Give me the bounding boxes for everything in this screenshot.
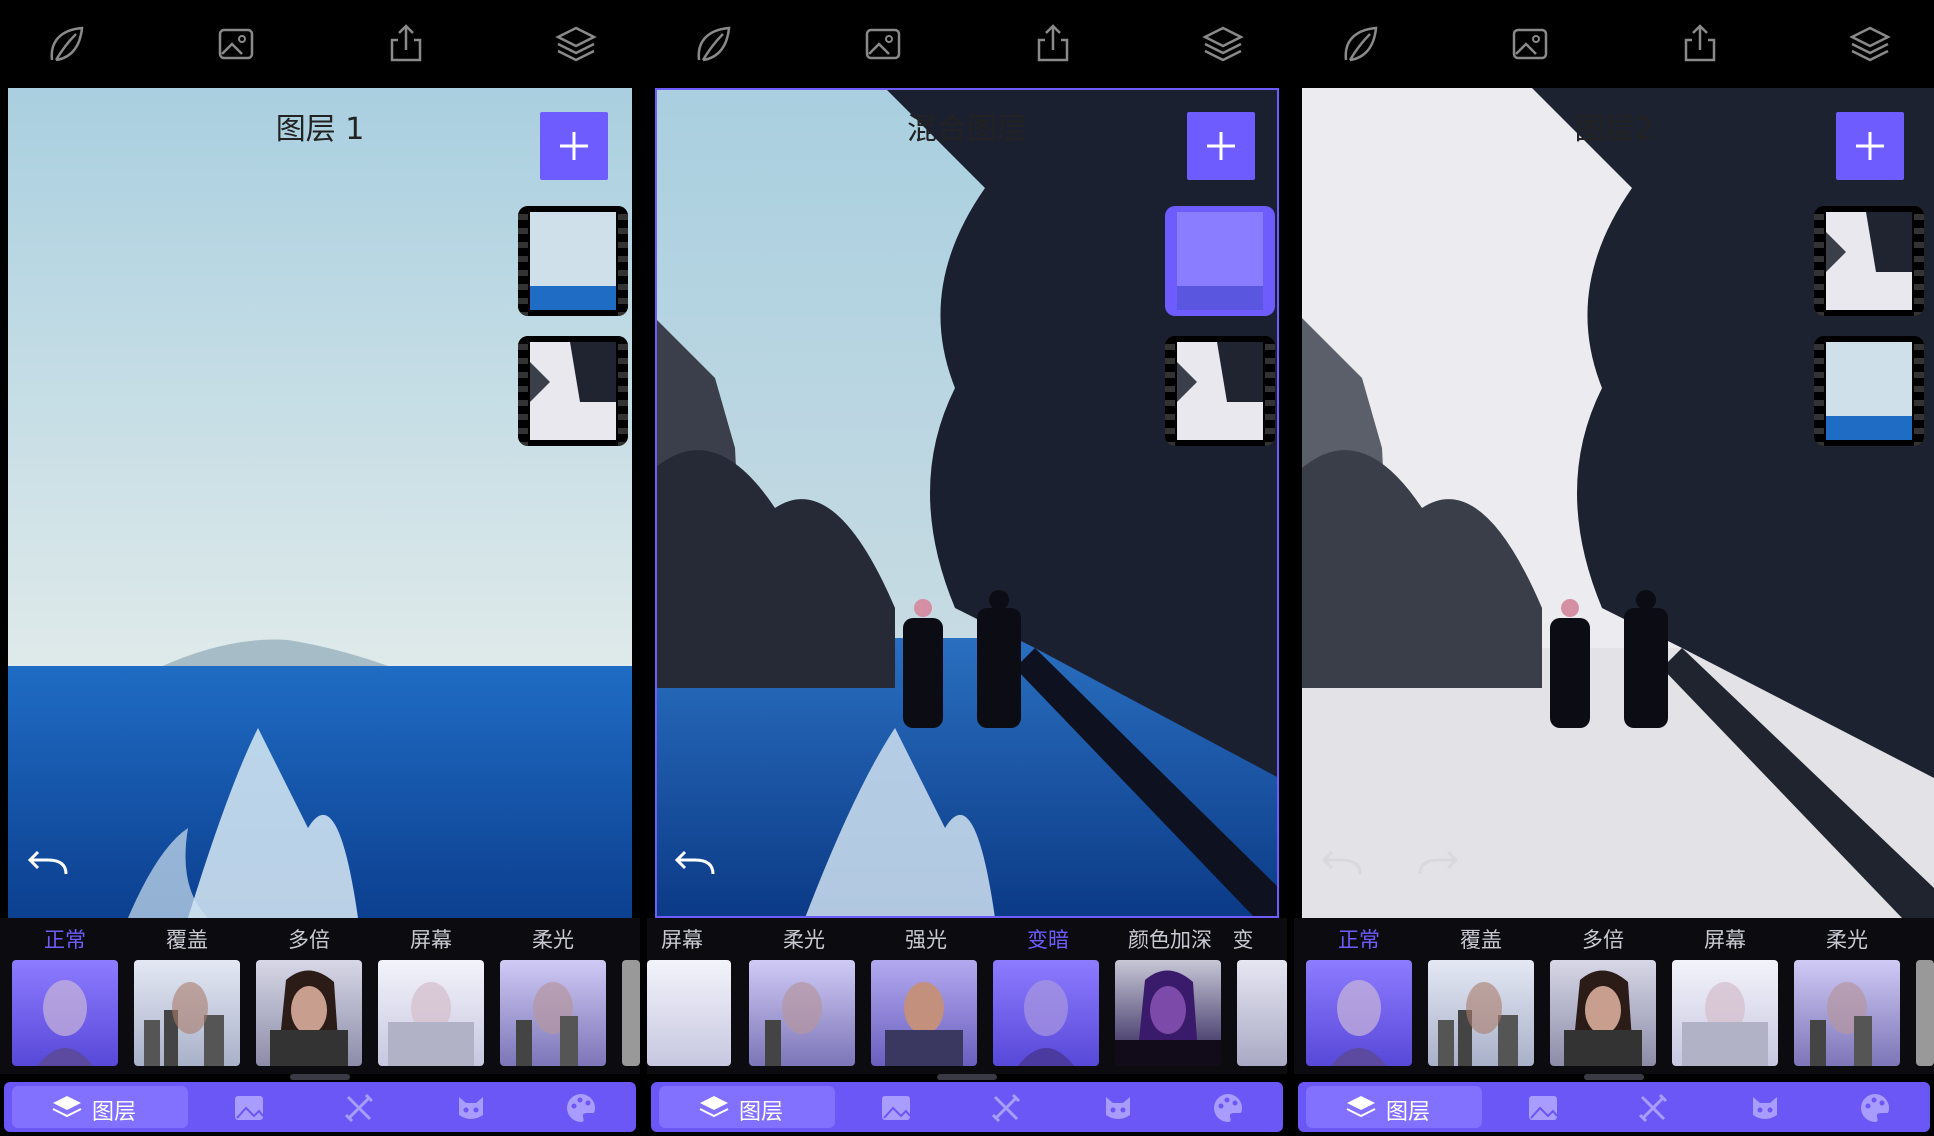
blend-mode-item[interactable]: 多倍: [254, 924, 364, 954]
layer-thumbnail-sea[interactable]: [518, 206, 628, 316]
blend-mode-item[interactable]: 柔光: [749, 924, 859, 954]
blend-preview-thumb[interactable]: [500, 960, 606, 1066]
blend-mode-item[interactable]: 柔光: [498, 924, 608, 954]
layers-icon[interactable]: [1199, 20, 1247, 68]
tab-layers-label: 图层: [739, 1100, 784, 1125]
blend-preview-thumb[interactable]: [1916, 960, 1934, 1066]
layers-icon[interactable]: [1846, 20, 1894, 68]
drag-handle[interactable]: [1584, 1074, 1644, 1080]
blend-mode-item[interactable]: 多倍: [1548, 924, 1658, 954]
layer-thumbnail-sea-selected[interactable]: [1165, 206, 1275, 316]
layers-icon: [1344, 1090, 1378, 1124]
blend-mode-list: 屏幕 柔光 强光 变暗 颜色加深 变: [647, 918, 1287, 960]
layers-icon: [697, 1090, 731, 1124]
blend-preview-thumb[interactable]: [647, 960, 731, 1066]
blend-mode-list: 正常 覆盖 多倍 屏幕 柔光: [1294, 918, 1934, 960]
blend-preview-thumb[interactable]: [1550, 960, 1656, 1066]
top-toolbar: [647, 0, 1287, 86]
share-icon[interactable]: [382, 20, 430, 68]
add-layer-button[interactable]: [1187, 112, 1255, 180]
tools-icon[interactable]: [342, 1091, 376, 1125]
leaf-icon[interactable]: [1336, 20, 1384, 68]
cat-mask-icon[interactable]: [1748, 1091, 1782, 1125]
blend-mode-item[interactable]: 覆盖: [132, 924, 242, 954]
panel-layer-2: 图层2 正常 覆盖 多倍 屏幕 柔光 图层: [1294, 0, 1934, 1136]
layers-icon: [50, 1090, 84, 1124]
blend-preview-thumb[interactable]: [1306, 960, 1412, 1066]
add-layer-button[interactable]: [1836, 112, 1904, 180]
tab-layers[interactable]: 图层: [659, 1086, 835, 1128]
blend-preview-thumb[interactable]: [871, 960, 977, 1066]
blend-mode-item[interactable]: 强光: [871, 924, 981, 954]
blend-mode-item[interactable]: 正常: [10, 924, 120, 954]
blend-mode-item[interactable]: 柔光: [1792, 924, 1902, 954]
share-icon[interactable]: [1029, 20, 1077, 68]
tools-icon[interactable]: [989, 1091, 1023, 1125]
image-icon[interactable]: [1526, 1091, 1560, 1125]
top-toolbar: [1294, 0, 1934, 86]
blend-preview-thumb[interactable]: [256, 960, 362, 1066]
add-layer-button[interactable]: [540, 112, 608, 180]
blend-mode-item[interactable]: 屏幕: [1670, 924, 1780, 954]
blend-preview-thumb[interactable]: [378, 960, 484, 1066]
share-icon[interactable]: [1676, 20, 1724, 68]
layer-thumbnail-sea[interactable]: [1814, 336, 1924, 446]
drag-handle[interactable]: [937, 1074, 997, 1080]
blend-preview-thumb[interactable]: [622, 960, 640, 1066]
blend-preview-thumb[interactable]: [134, 960, 240, 1066]
blend-preview-thumb[interactable]: [1115, 960, 1221, 1066]
layers-icon[interactable]: [552, 20, 600, 68]
layer-thumbnail-snow[interactable]: [1814, 206, 1924, 316]
tab-layers-label: 图层: [1386, 1100, 1431, 1125]
blend-preview-thumb[interactable]: [993, 960, 1099, 1066]
image-icon[interactable]: [232, 1091, 266, 1125]
blend-preview-thumb[interactable]: [749, 960, 855, 1066]
blend-mode-item[interactable]: 覆盖: [1426, 924, 1536, 954]
blend-preview-thumb[interactable]: [1672, 960, 1778, 1066]
blend-preview-thumb[interactable]: [1428, 960, 1534, 1066]
top-toolbar: [0, 0, 640, 86]
drag-handle[interactable]: [290, 1074, 350, 1080]
blend-preview-thumb[interactable]: [12, 960, 118, 1066]
undo-button[interactable]: [669, 848, 719, 878]
leaf-icon[interactable]: [42, 20, 90, 68]
tools-icon[interactable]: [1636, 1091, 1670, 1125]
blend-preview-thumb[interactable]: [1794, 960, 1900, 1066]
layer-thumbnail-snow[interactable]: [1165, 336, 1275, 446]
image-icon[interactable]: [1506, 20, 1554, 68]
blend-mode-item[interactable]: 变暗: [993, 924, 1103, 954]
image-icon[interactable]: [879, 1091, 913, 1125]
blend-mode-item[interactable]: 正常: [1304, 924, 1414, 954]
image-icon[interactable]: [212, 20, 260, 68]
blend-preview-thumb[interactable]: [1237, 960, 1287, 1066]
palette-icon[interactable]: [564, 1091, 598, 1125]
tab-layers[interactable]: 图层: [12, 1086, 188, 1128]
bottom-tab-bar: 图层: [651, 1082, 1283, 1132]
layer-thumbnail-snow[interactable]: [518, 336, 628, 446]
leaf-icon[interactable]: [689, 20, 737, 68]
undo-button[interactable]: [22, 848, 72, 878]
tab-layers-label: 图层: [92, 1100, 137, 1125]
bottom-tab-bar: 图层: [4, 1082, 636, 1132]
blend-preview-strip: [647, 958, 1287, 1074]
tab-layers[interactable]: 图层: [1306, 1086, 1482, 1128]
cat-mask-icon[interactable]: [454, 1091, 488, 1125]
blend-mode-item[interactable]: 颜色加深: [1115, 924, 1225, 954]
blend-mode-item[interactable]: 屏幕: [376, 924, 486, 954]
image-icon[interactable]: [859, 20, 907, 68]
bottom-tab-bar: 图层: [1298, 1082, 1930, 1132]
blend-preview-strip: [0, 958, 640, 1074]
panel-blend-layer: 混合图层 屏幕 柔光 强光 变暗 颜色加深 变 图层: [647, 0, 1287, 1136]
blend-mode-list: 正常 覆盖 多倍 屏幕 柔光: [0, 918, 640, 960]
blend-preview-strip: [1294, 958, 1934, 1074]
panel-layer-1: 图层 1 正常 覆盖 多倍 屏幕 柔光 图层: [0, 0, 640, 1136]
cat-mask-icon[interactable]: [1101, 1091, 1135, 1125]
palette-icon[interactable]: [1858, 1091, 1892, 1125]
blend-mode-item[interactable]: 变: [1223, 924, 1263, 954]
redo-button[interactable]: [1414, 848, 1464, 878]
undo-button[interactable]: [1316, 848, 1366, 878]
palette-icon[interactable]: [1211, 1091, 1245, 1125]
blend-mode-item[interactable]: 屏幕: [647, 924, 737, 954]
